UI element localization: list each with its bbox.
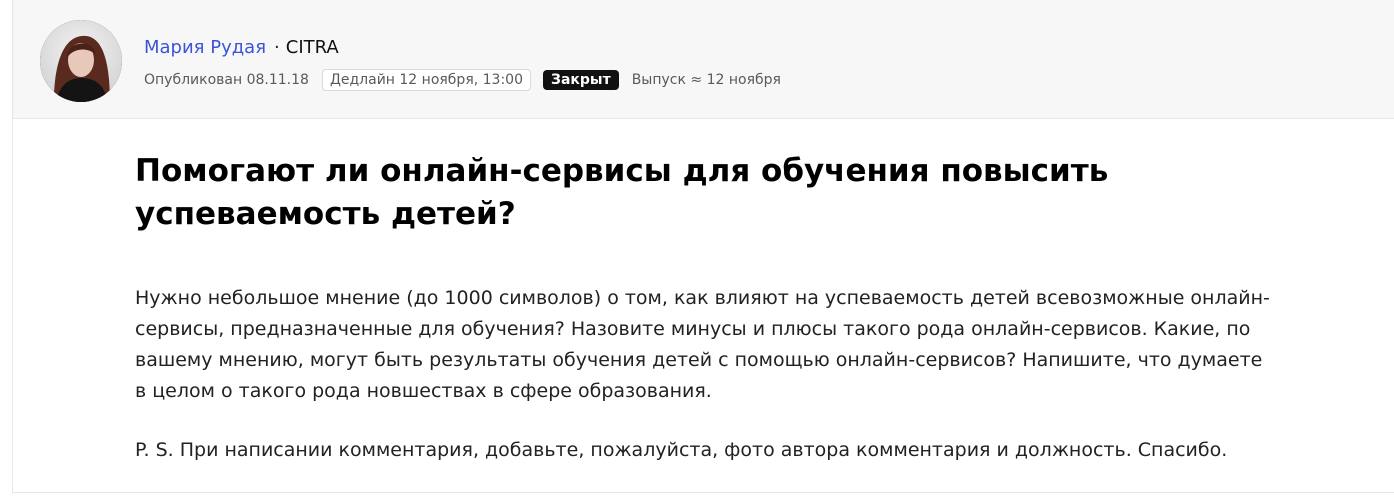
- deadline-badge: Дедлайн 12 ноября, 13:00: [321, 69, 531, 91]
- published-date: Опубликован 08.11.18: [144, 72, 309, 88]
- author-avatar[interactable]: [40, 20, 122, 102]
- post-body: Нужно небольшое мнение (до 1000 символов…: [135, 287, 1270, 402]
- author-photo-icon: [40, 20, 122, 102]
- separator-dot: ·: [274, 37, 280, 58]
- release-estimate: Выпуск ≈ 12 ноября: [631, 72, 781, 88]
- status-badge: Закрыт: [543, 70, 619, 90]
- post-ps: P. S. При написании комментария, добавьт…: [135, 439, 1228, 461]
- author-name-link[interactable]: Мария Рудая: [144, 37, 266, 58]
- author-line: Мария Рудая · CITRA: [144, 36, 339, 60]
- meta-line: Опубликован 08.11.18 Дедлайн 12 ноября, …: [144, 68, 781, 92]
- request-card: Мария Рудая · CITRA Опубликован 08.11.18 Д…: [12, 0, 1394, 493]
- request-header: Мария Рудая · CITRA Опубликован 08.11.18 Д…: [13, 0, 1394, 119]
- post-title: Помогают ли онлайн-сервисы для обучения …: [135, 153, 1109, 232]
- company-name: CITRA: [285, 37, 339, 58]
